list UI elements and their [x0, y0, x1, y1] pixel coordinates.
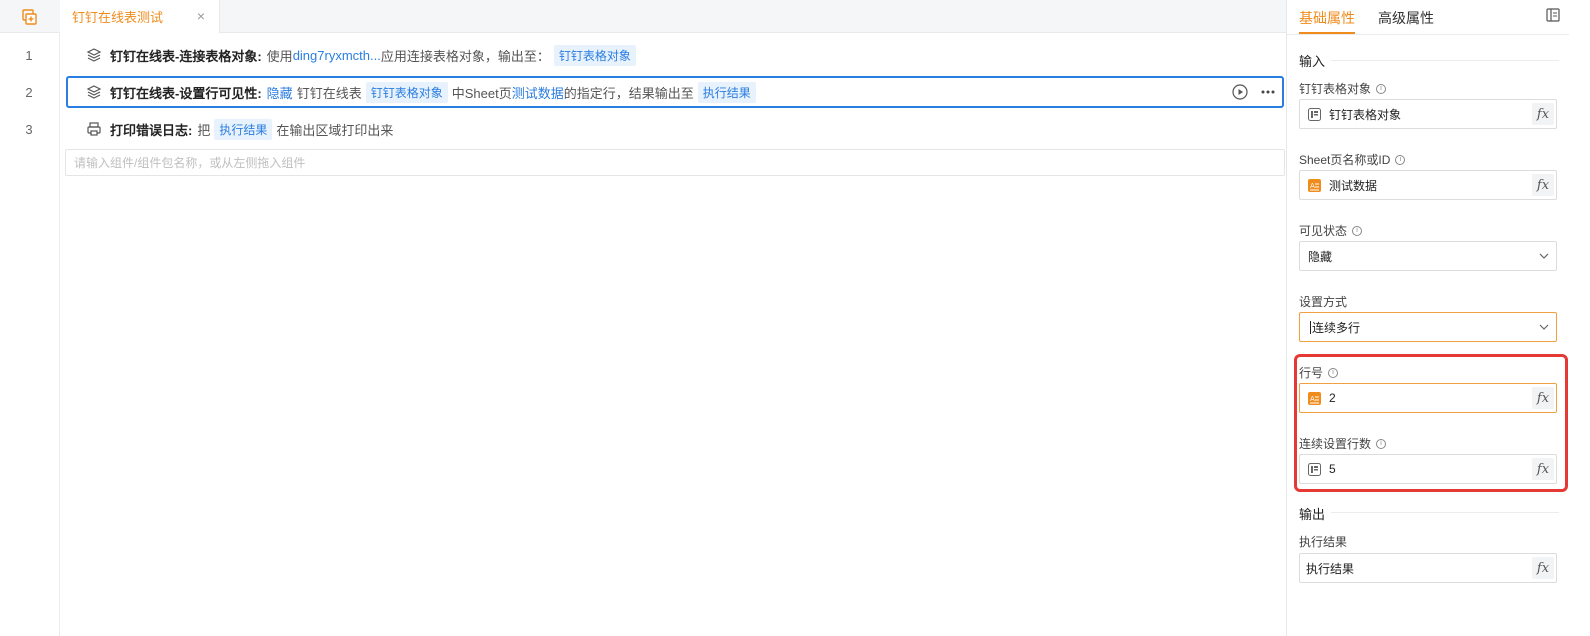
field-label-text: Sheet页名称或ID [1299, 153, 1391, 167]
fx-button[interactable]: fx [1532, 557, 1554, 579]
text-cursor [1310, 320, 1311, 334]
field-value: 钉钉表格对象 [1329, 107, 1402, 122]
app-link[interactable]: ding7ryxmcth... [293, 48, 381, 63]
layers-icon [86, 47, 102, 63]
panel-tabs: 基础属性 高级属性 [1287, 0, 1569, 35]
step-print-error-log[interactable]: 打印错误日志: 把 执行结果 在输出区域打印出来 [66, 113, 1284, 145]
step-title: 打印错误日志: [110, 122, 193, 138]
set-mode-select[interactable]: 连续多行 [1299, 312, 1557, 342]
step-text: 应用连接表格对象，输出至： [380, 48, 550, 64]
text-type-icon: A [1308, 178, 1321, 192]
info-icon[interactable]: i [1395, 154, 1406, 165]
field-label-text: 可见状态 [1299, 224, 1348, 238]
line-number: 3 [25, 122, 33, 137]
info-icon[interactable]: i [1352, 225, 1363, 236]
sheet-name-label: Sheet页名称或ID i [1299, 151, 1406, 168]
table-object-icon [1308, 107, 1321, 121]
section-output-title: 输出 [1299, 507, 1326, 522]
section-input-title: 输入 [1299, 54, 1326, 69]
top-tab-bar: 钉钉在线表测试 × [0, 0, 1286, 33]
files-icon[interactable] [20, 8, 38, 26]
step-text: 的指定行，结果输出至 [563, 85, 694, 101]
step-text: 在输出区域打印出来 [276, 122, 394, 138]
step-text: 钉钉在线表 [296, 85, 362, 101]
chevron-down-icon [1538, 250, 1550, 262]
field-value: 测试数据 [1329, 178, 1378, 193]
select-value: 隐藏 [1308, 249, 1333, 264]
exec-result-label: 执行结果 [1299, 535, 1348, 549]
step-text: 使用 [266, 48, 293, 64]
visible-state-label: 可见状态 i [1299, 222, 1363, 239]
component-search-input[interactable] [65, 149, 1285, 176]
step-text: 中Sheet页 [451, 85, 512, 101]
fx-button[interactable]: fx [1532, 174, 1554, 196]
tab-basic-properties[interactable]: 基础属性 [1299, 8, 1355, 28]
run-icon[interactable] [1232, 84, 1248, 103]
line-number-gutter: 1 2 3 [0, 33, 60, 636]
field-value: 执行结果 [1306, 561, 1355, 576]
tab-label: 钉钉在线表测试 [72, 10, 164, 25]
highlight-annotation [1294, 354, 1568, 492]
field-label-text: 钉钉表格对象 [1299, 82, 1372, 96]
tab-advanced-properties[interactable]: 高级属性 [1378, 8, 1434, 28]
visible-state-select[interactable]: 隐藏 [1299, 241, 1557, 271]
svg-text:A: A [1310, 182, 1315, 190]
more-icon[interactable] [1260, 84, 1276, 103]
line-number: 2 [25, 85, 33, 100]
fx-button[interactable]: fx [1532, 103, 1554, 125]
layers-icon [86, 84, 102, 100]
variable-chip[interactable]: 钉钉表格对象 [553, 44, 636, 66]
chevron-down-icon [1538, 321, 1550, 333]
variable-chip[interactable]: 执行结果 [214, 118, 273, 140]
divider [1331, 60, 1559, 61]
sheet-name-field[interactable]: A 测试数据 fx [1299, 170, 1557, 200]
tab-dingtalk-sheet-test[interactable]: 钉钉在线表测试 × [60, 0, 220, 33]
info-icon[interactable]: i [1376, 83, 1387, 94]
sheet-link[interactable]: 测试数据 [512, 83, 564, 102]
step-set-row-visibility[interactable]: 钉钉在线表-设置行可见性: 隐藏 钉钉在线表 钉钉表格对象 中Sheet页 测试… [66, 76, 1284, 108]
panel-collapse-icon[interactable] [1545, 7, 1561, 23]
exec-result-field[interactable]: 执行结果 fx [1299, 553, 1557, 583]
variable-chip[interactable]: 执行结果 [697, 81, 756, 103]
step-text: 把 [197, 122, 211, 138]
step-title: 钉钉在线表-连接表格对象: [110, 48, 262, 64]
variable-chip[interactable]: 钉钉表格对象 [365, 81, 448, 103]
properties-panel: 基础属性 高级属性 输入 钉钉表格对象 i 钉钉表格对象 fx Sheet页名称或… [1286, 0, 1590, 636]
line-number: 1 [25, 48, 33, 63]
set-mode-label: 设置方式 [1299, 295, 1348, 309]
close-icon[interactable]: × [197, 8, 205, 24]
table-object-label: 钉钉表格对象 i [1299, 80, 1387, 97]
divider [1331, 512, 1559, 513]
table-object-field[interactable]: 钉钉表格对象 fx [1299, 99, 1557, 129]
printer-icon [86, 121, 102, 137]
select-value: 连续多行 [1312, 320, 1361, 335]
visibility-link[interactable]: 隐藏 [267, 83, 293, 102]
flow-editor: 钉钉在线表-连接表格对象: 使用 ding7ryxmcth... 应用连接表格对… [60, 33, 1286, 636]
step-title: 钉钉在线表-设置行可见性: [110, 85, 262, 101]
step-connect-table[interactable]: 钉钉在线表-连接表格对象: 使用 ding7ryxmcth... 应用连接表格对… [66, 39, 1284, 71]
active-tab-underline [1299, 32, 1355, 34]
step-actions [1232, 84, 1276, 103]
